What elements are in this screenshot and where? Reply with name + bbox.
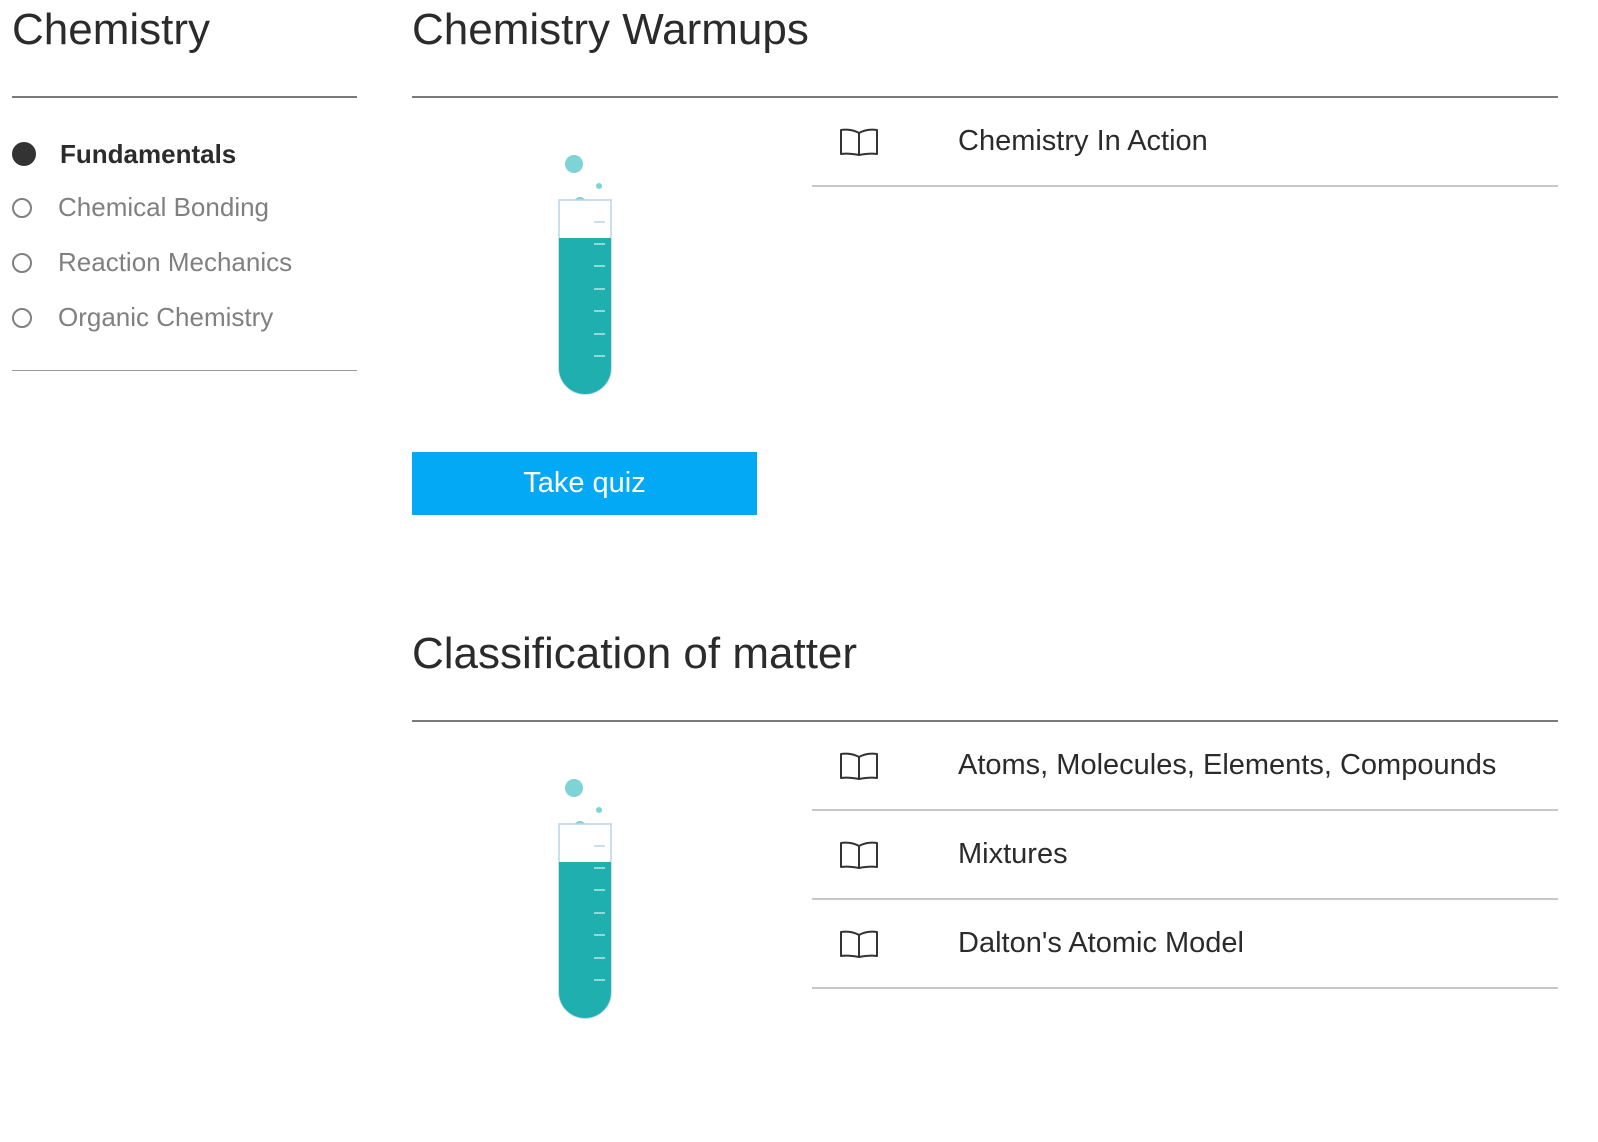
test-tube-icon	[558, 779, 612, 1019]
sidebar: Chemistry Fundamentals Chemical Bonding …	[12, 0, 357, 371]
section-chemistry-warmups: Chemistry Warmups Take quiz Chemistry In…	[412, 0, 1558, 518]
sidebar-item-label: Reaction Mechanics	[58, 247, 293, 277]
book-icon	[840, 841, 878, 869]
sidebar-title: Chemistry	[12, 5, 211, 54]
book-icon	[840, 128, 878, 156]
sidebar-item-label: Organic Chemistry	[58, 302, 274, 332]
sidebar-item-reaction-mechanics[interactable]: Reaction Mechanics	[12, 235, 357, 290]
lesson-label: Mixtures	[958, 838, 1068, 870]
radio-empty-icon	[12, 307, 32, 328]
divider	[12, 370, 357, 371]
topic-list: Fundamentals Chemical Bonding Reaction M…	[12, 98, 357, 345]
radio-selected-icon	[12, 142, 36, 166]
section-title: Classification of matter	[412, 629, 858, 678]
lesson-label: Chemistry In Action	[958, 125, 1208, 157]
lesson-item-chemistry-in-action[interactable]: Chemistry In Action	[812, 98, 1558, 187]
sidebar-item-organic-chemistry[interactable]: Organic Chemistry	[12, 290, 357, 345]
test-tube-icon	[558, 155, 612, 395]
lesson-item-mixtures[interactable]: Mixtures	[812, 811, 1558, 900]
section-classification-of-matter: Classification of matter Atoms, Molecule…	[412, 624, 1558, 1142]
lesson-label: Dalton's Atomic Model	[958, 927, 1244, 959]
sidebar-item-chemical-bonding[interactable]: Chemical Bonding	[12, 180, 357, 235]
section-body: Take quiz Chemistry In Action	[412, 98, 1558, 518]
lesson-list: Atoms, Molecules, Elements, Compounds Mi…	[812, 722, 1558, 989]
sidebar-item-fundamentals[interactable]: Fundamentals	[12, 128, 357, 180]
lesson-item-daltons-atomic-model[interactable]: Dalton's Atomic Model	[812, 900, 1558, 989]
sidebar-item-label: Chemical Bonding	[58, 192, 270, 222]
sidebar-item-label: Fundamentals	[60, 138, 237, 169]
book-icon	[840, 930, 878, 958]
section-body: Atoms, Molecules, Elements, Compounds Mi…	[412, 722, 1558, 1142]
section-title: Chemistry Warmups	[412, 5, 809, 54]
lesson-label: Atoms, Molecules, Elements, Compounds	[958, 749, 1497, 781]
radio-empty-icon	[12, 197, 32, 218]
lesson-item-atoms-molecules[interactable]: Atoms, Molecules, Elements, Compounds	[812, 722, 1558, 811]
radio-empty-icon	[12, 252, 32, 273]
lesson-list: Chemistry In Action	[812, 98, 1558, 187]
book-icon	[840, 752, 878, 780]
take-quiz-button[interactable]: Take quiz	[412, 452, 757, 515]
